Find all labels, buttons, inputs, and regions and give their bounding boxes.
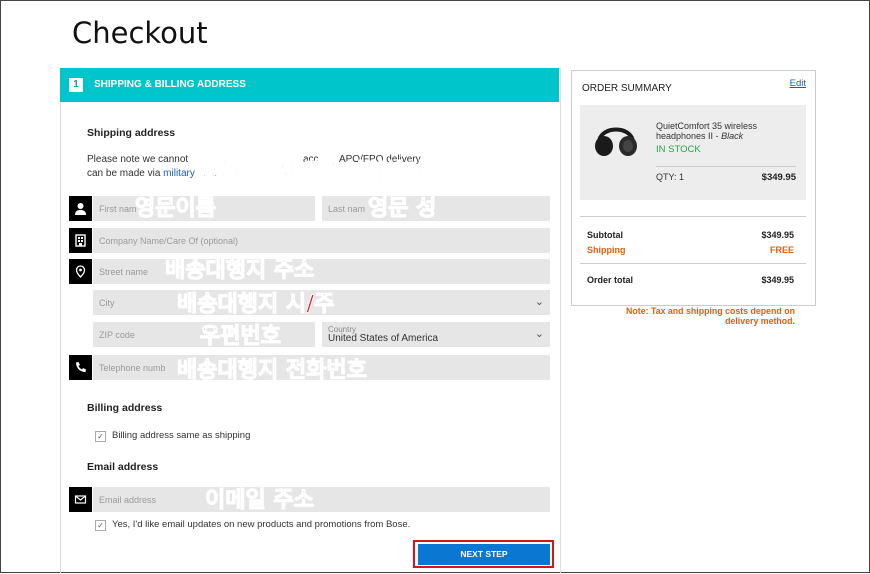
- step-title: SHIPPING & BILLING ADDRESS: [94, 79, 246, 90]
- annotation-street: 배송대행지 주소: [164, 258, 315, 284]
- billing-address-heading: Billing address: [87, 402, 163, 414]
- total-label: Order total: [587, 275, 634, 285]
- shipping-label: Shipping: [587, 245, 626, 255]
- divider: [656, 166, 796, 167]
- product-price: $349.95: [761, 172, 796, 183]
- step-header[interactable]: 1 SHIPPING & BILLING ADDRESS: [60, 68, 559, 102]
- person-icon: [69, 196, 92, 221]
- headphones-image: [595, 127, 637, 156]
- company-placeholder: Company Name/Care Of (optional): [99, 236, 239, 246]
- product-card: QuietComfort 35 wireless headphones II -…: [580, 105, 806, 200]
- email-address-heading: Email address: [87, 461, 159, 473]
- stock-status: IN STOCK: [656, 144, 701, 155]
- country-select[interactable]: Country United States of America ⌄: [322, 322, 550, 347]
- next-step-button[interactable]: NEXT STEP: [418, 544, 550, 565]
- envelope-icon: [69, 487, 92, 512]
- billing-same-checkbox[interactable]: ✓: [95, 431, 106, 442]
- phone-icon: [69, 355, 92, 380]
- annotation-zip: 우편번호: [200, 324, 282, 350]
- tax-shipping-note: Note: Tax and shipping costs depend on d…: [626, 306, 795, 326]
- edit-link[interactable]: Edit: [790, 78, 806, 89]
- divider: [580, 216, 806, 217]
- checkbox-check-icon: ✓: [97, 521, 104, 530]
- shipping-row: Shipping FREE: [587, 245, 794, 255]
- order-summary-title: ORDER SUMMARY: [582, 83, 672, 94]
- company-field[interactable]: Company Name/Care Of (optional): [93, 228, 550, 253]
- page-title: Checkout: [72, 16, 208, 50]
- checkbox-check-icon: ✓: [97, 432, 104, 441]
- billing-same-label: Billing address same as shipping: [112, 430, 251, 441]
- subtotal-label: Subtotal: [587, 230, 623, 240]
- shipping-note-start: Please note we cannot: [87, 154, 189, 165]
- phone-placeholder: Telephone numb: [99, 363, 166, 373]
- order-summary: ORDER SUMMARY Edit QuietComfort 35 wirel…: [571, 70, 816, 306]
- chevron-down-icon: ⌄: [534, 328, 544, 340]
- annotation-first-name: 영문이름: [135, 196, 217, 222]
- product-qty: QTY: 1: [656, 172, 685, 182]
- email-placeholder: Email address: [99, 495, 157, 505]
- step-number: 1: [69, 78, 83, 92]
- annotation-phone: 배송대행지 전화번호: [177, 358, 368, 384]
- annotation-city-state: 배송대행지 시/주: [176, 292, 335, 318]
- subtotal-row: Subtotal $349.95: [587, 230, 794, 240]
- annotation-last-name: 영문 성: [367, 196, 437, 222]
- product-variant: Black: [721, 131, 744, 141]
- street-field[interactable]: Street name: [93, 259, 550, 284]
- email-field[interactable]: Email address: [93, 487, 550, 512]
- email-optin-label: Yes, I'd like email updates on new produ…: [112, 519, 411, 530]
- building-icon: [69, 228, 92, 253]
- annotation-email: 이메일 주소: [205, 488, 315, 514]
- subtotal-value: $349.95: [761, 230, 794, 240]
- last-name-placeholder: Last nam: [328, 204, 366, 214]
- location-pin-icon: [69, 259, 92, 284]
- street-placeholder: Street name: [99, 267, 149, 277]
- zip-placeholder: ZIP code: [99, 330, 135, 340]
- email-optin-checkbox[interactable]: ✓: [95, 520, 106, 531]
- city-placeholder: City: [99, 298, 115, 308]
- shipping-note-line2: can be made via: [87, 168, 161, 179]
- divider: [580, 263, 806, 264]
- total-row: Order total $349.95: [587, 275, 794, 285]
- chevron-down-icon: ⌄: [534, 296, 544, 308]
- first-name-placeholder: First nam: [99, 204, 137, 214]
- annotation-address-entry: 배송대행지 주소입력하기: [193, 160, 425, 186]
- military-link[interactable]: military: [163, 168, 195, 179]
- shipping-address-heading: Shipping address: [87, 127, 176, 139]
- country-value: United States of America: [328, 333, 439, 344]
- shipping-value: FREE: [769, 245, 794, 255]
- total-value: $349.95: [761, 275, 794, 285]
- product-name: QuietComfort 35 wireless headphones II -…: [656, 121, 758, 141]
